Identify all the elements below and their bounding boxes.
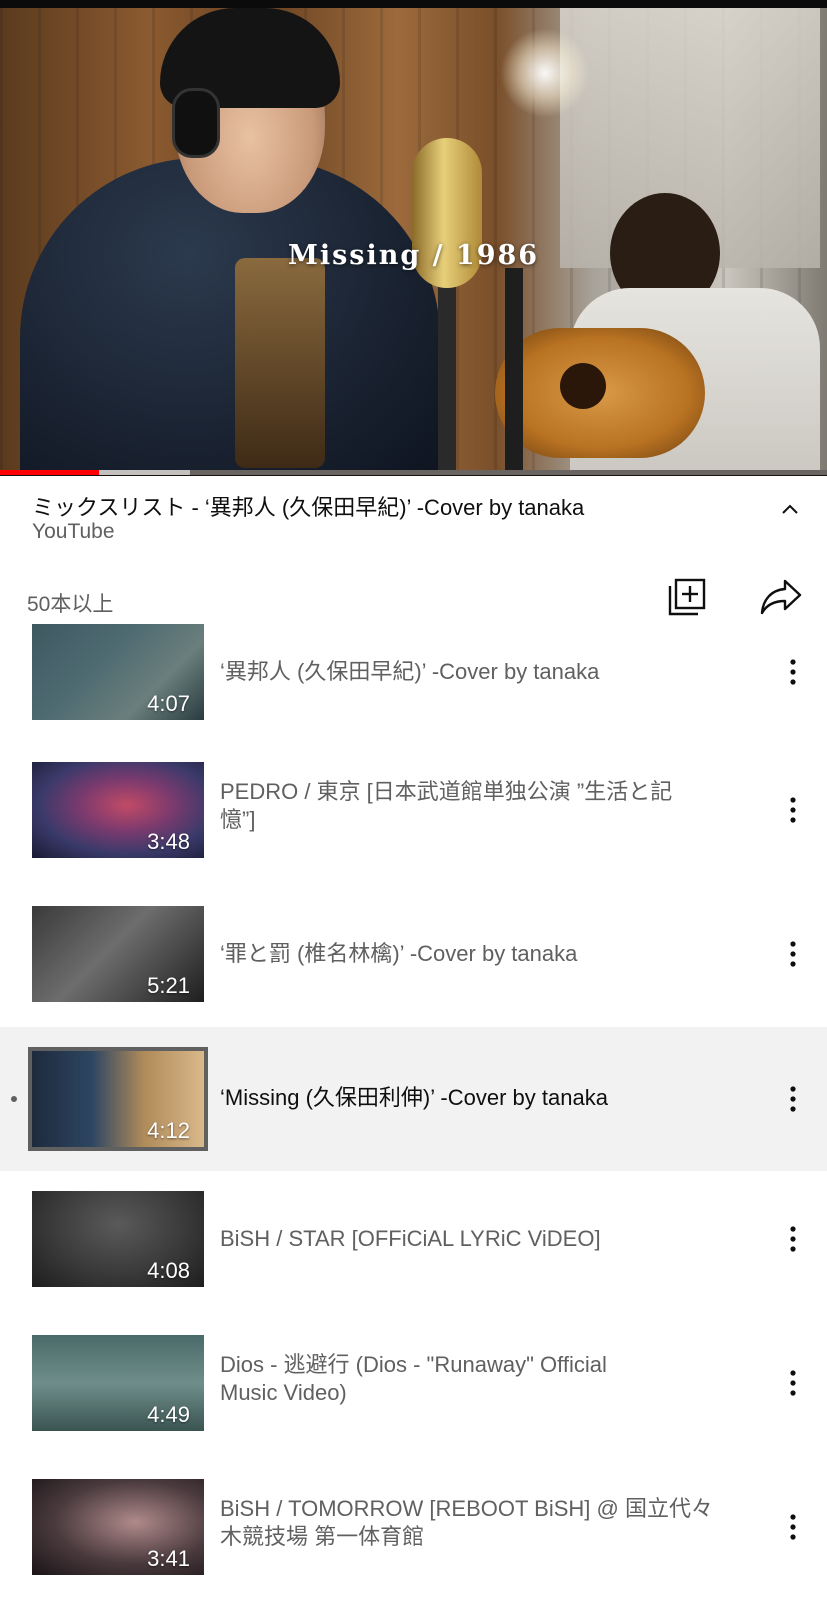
duration-badge: 5:21 xyxy=(147,973,190,998)
playlist-actions: 50本以上 xyxy=(0,574,827,624)
youtube-app: Missing / 1986 ミックスリスト - ‘異邦人 (久保田早紀)’ -… xyxy=(0,0,827,1617)
more-vert-icon xyxy=(790,1370,796,1396)
more-options-button[interactable] xyxy=(778,790,808,830)
more-options-button[interactable] xyxy=(778,1507,808,1547)
progress-bar[interactable] xyxy=(0,470,827,475)
chevron-up-icon xyxy=(782,504,798,514)
playlist-item[interactable]: 3:41 BiSH / TOMORROW [REBOOT BiSH] @ 国立代… xyxy=(0,1459,827,1603)
video-thumbnail[interactable]: 3:41 xyxy=(32,1479,204,1575)
playlist-item[interactable]: 4:08 BiSH / STAR [OFFiCiAL LYRiC ViDEO] xyxy=(0,1171,827,1315)
more-vert-icon xyxy=(790,1226,796,1252)
now-playing-indicator xyxy=(11,1096,17,1102)
more-vert-icon xyxy=(790,941,796,967)
more-options-button[interactable] xyxy=(778,652,808,692)
more-options-button[interactable] xyxy=(778,1219,808,1259)
add-to-library-icon xyxy=(668,578,706,616)
save-playlist-button[interactable] xyxy=(664,574,710,620)
more-vert-icon xyxy=(790,1514,796,1540)
more-vert-icon xyxy=(790,797,796,823)
playlist-channel: YouTube xyxy=(32,520,115,543)
video-thumbnail[interactable]: 5:21 xyxy=(32,906,204,1002)
video-title[interactable]: Dios - 逃避行 (Dios - "Runaway" Official Mu… xyxy=(220,1351,660,1407)
video-thumbnail[interactable]: 4:12 xyxy=(28,1047,208,1151)
video-title[interactable]: ‘罪と罰 (椎名林檎)’ -Cover by tanaka xyxy=(220,940,730,968)
duration-badge: 3:41 xyxy=(147,1546,190,1571)
more-vert-icon xyxy=(790,1086,796,1112)
share-icon xyxy=(760,579,802,615)
playlist-item[interactable]: 4:49 Dios - 逃避行 (Dios - "Runaway" Offici… xyxy=(0,1315,827,1459)
share-playlist-button[interactable] xyxy=(756,574,806,620)
duration-badge: 3:48 xyxy=(147,829,190,854)
duration-badge: 4:08 xyxy=(147,1258,190,1283)
playlist-header[interactable]: ミックスリスト - ‘異邦人 (久保田早紀)’ -Cover by tanaka… xyxy=(0,476,827,556)
more-vert-icon xyxy=(790,659,796,685)
mic-stand xyxy=(438,278,456,470)
video-title[interactable]: BiSH / STAR [OFFiCiAL LYRiC ViDEO] xyxy=(220,1225,730,1253)
more-options-button[interactable] xyxy=(778,1079,808,1119)
progress-played xyxy=(0,470,100,475)
video-thumbnail[interactable]: 4:08 xyxy=(32,1191,204,1287)
mic-stand-secondary xyxy=(505,268,523,470)
playlist-item[interactable]: 5:21 ‘罪と罰 (椎名林檎)’ -Cover by tanaka xyxy=(0,864,827,1008)
playlist-item[interactable]: 3:48 PEDRO / 東京 [日本武道館単独公演 ”生活と記憶”] xyxy=(0,720,827,864)
guitar-soundhole xyxy=(560,363,606,409)
playlist-count: 50本以上 xyxy=(27,593,114,616)
playlist-list[interactable]: 4:07 ‘異邦人 (久保田早紀)’ -Cover by tanaka 3:48… xyxy=(0,618,827,1617)
duration-badge: 4:07 xyxy=(147,691,190,716)
video-thumbnail[interactable]: 3:48 xyxy=(32,762,204,858)
video-title[interactable]: PEDRO / 東京 [日本武道館単独公演 ”生活と記憶”] xyxy=(220,778,690,834)
playlist-item-now-playing[interactable]: 4:12 ‘Missing (久保田利伸)’ -Cover by tanaka xyxy=(0,1027,827,1171)
video-frame[interactable]: Missing / 1986 xyxy=(0,8,827,470)
playlist-item[interactable]: 4:07 ‘異邦人 (久保田早紀)’ -Cover by tanaka xyxy=(0,618,827,720)
video-thumbnail[interactable]: 4:49 xyxy=(32,1335,204,1431)
status-strip xyxy=(0,0,827,8)
studio-light xyxy=(500,28,590,118)
more-options-button[interactable] xyxy=(778,1363,808,1403)
duration-badge: 4:49 xyxy=(147,1402,190,1427)
collapse-playlist-button[interactable] xyxy=(770,490,810,530)
video-player[interactable]: Missing / 1986 xyxy=(0,0,827,476)
video-overlay-title: Missing / 1986 xyxy=(287,240,540,271)
more-options-button[interactable] xyxy=(778,934,808,974)
singer-shirt xyxy=(235,258,325,468)
video-title[interactable]: BiSH / TOMORROW [REBOOT BiSH] @ 国立代々木競技場… xyxy=(220,1495,730,1551)
playlist-title: ミックスリスト - ‘異邦人 (久保田早紀)’ -Cover by tanaka xyxy=(32,495,585,520)
video-thumbnail[interactable]: 4:07 xyxy=(32,624,204,720)
video-title[interactable]: ‘異邦人 (久保田早紀)’ -Cover by tanaka xyxy=(220,658,730,686)
duration-badge: 4:12 xyxy=(147,1118,190,1143)
headphone-icon xyxy=(172,88,220,158)
video-title[interactable]: ‘Missing (久保田利伸)’ -Cover by tanaka xyxy=(220,1084,730,1112)
